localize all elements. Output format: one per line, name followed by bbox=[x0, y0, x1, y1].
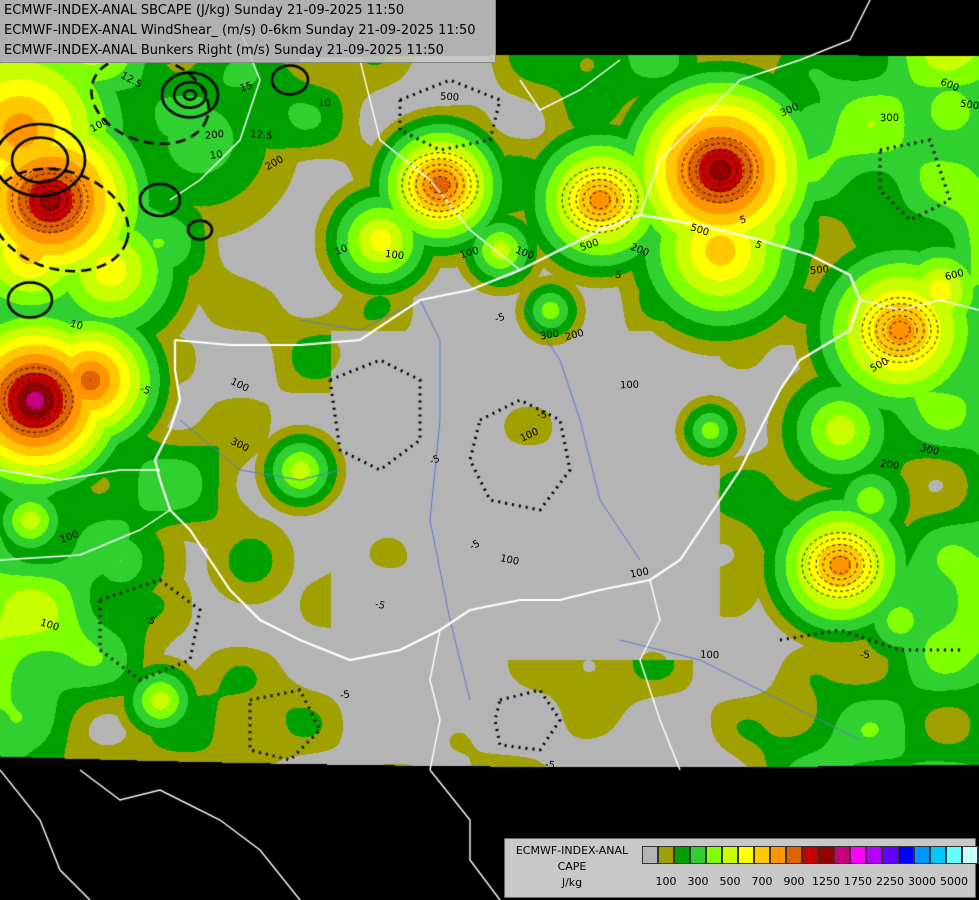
legend-swatch bbox=[962, 846, 978, 864]
contour-label: 500 bbox=[809, 264, 830, 277]
legend-tick: 100 bbox=[655, 875, 677, 888]
cape-map-canvas bbox=[0, 0, 979, 900]
legend-swatch bbox=[850, 846, 866, 864]
legend-field-name: CAPE bbox=[557, 860, 587, 873]
title-windshear: ECMWF-INDEX-ANAL WindShear_ (m/s) 0-6km … bbox=[4, 23, 476, 38]
legend-swatch bbox=[754, 846, 770, 864]
legend-tick: 300 bbox=[687, 875, 709, 888]
legend-tick: 5000 bbox=[940, 875, 968, 888]
contour-label: 100 bbox=[699, 649, 720, 662]
legend-tick: 500 bbox=[719, 875, 741, 888]
title-sbcape: ECMWF-INDEX-ANAL SBCAPE (J/kg) Sunday 21… bbox=[4, 3, 405, 18]
contour-label: 10 bbox=[209, 149, 224, 162]
contour-label: 12.5 bbox=[249, 128, 273, 143]
legend-swatch bbox=[898, 846, 914, 864]
legend-swatch bbox=[770, 846, 786, 864]
legend-tick: 1750 bbox=[844, 875, 872, 888]
legend-swatch bbox=[786, 846, 802, 864]
contour-label: -5 bbox=[859, 649, 871, 662]
contour-label: 200 bbox=[204, 129, 225, 142]
contour-label: 10 bbox=[317, 97, 331, 110]
legend-tick: 1250 bbox=[812, 875, 840, 888]
contour-label: 100 bbox=[384, 248, 405, 263]
legend-swatch bbox=[930, 846, 946, 864]
legend-tick: 700 bbox=[751, 875, 773, 888]
legend-model-name: ECMWF-INDEX-ANAL bbox=[515, 844, 629, 857]
cape-legend: ECMWF-INDEX-ANAL CAPE J/kg 100 300 500 700 9… bbox=[504, 838, 979, 898]
contour-label: 300 bbox=[879, 112, 900, 125]
legend-swatch bbox=[706, 846, 722, 864]
legend-swatch bbox=[642, 846, 658, 864]
legend-swatch bbox=[882, 846, 898, 864]
legend-tick: 3000 bbox=[908, 875, 936, 888]
title-bunkers: ECMWF-INDEX-ANAL Bunkers Right (m/s) Sun… bbox=[4, 43, 444, 58]
legend-swatch bbox=[866, 846, 882, 864]
legend-unit: J/kg bbox=[561, 876, 583, 889]
legend-swatch bbox=[690, 846, 706, 864]
legend-swatch bbox=[674, 846, 690, 864]
legend-swatch bbox=[818, 846, 834, 864]
legend-swatch bbox=[802, 846, 818, 864]
legend-swatch bbox=[658, 846, 674, 864]
legend-tick: 2250 bbox=[876, 875, 904, 888]
legend-tick: 900 bbox=[783, 875, 805, 888]
contour-label: -5 bbox=[537, 410, 547, 421]
contour-label: 100 bbox=[619, 379, 640, 392]
contour-label: -5 bbox=[544, 759, 556, 772]
title-panel: ECMWF-INDEX-ANAL SBCAPE (J/kg) Sunday 21… bbox=[0, 0, 496, 63]
legend-swatch bbox=[738, 846, 754, 864]
legend-swatch bbox=[834, 846, 850, 864]
legend-swatch bbox=[722, 846, 738, 864]
contour-label: 500 bbox=[439, 91, 460, 104]
contour-label: -5 bbox=[339, 689, 351, 702]
legend-swatch bbox=[946, 846, 962, 864]
legend-swatch bbox=[914, 846, 930, 864]
